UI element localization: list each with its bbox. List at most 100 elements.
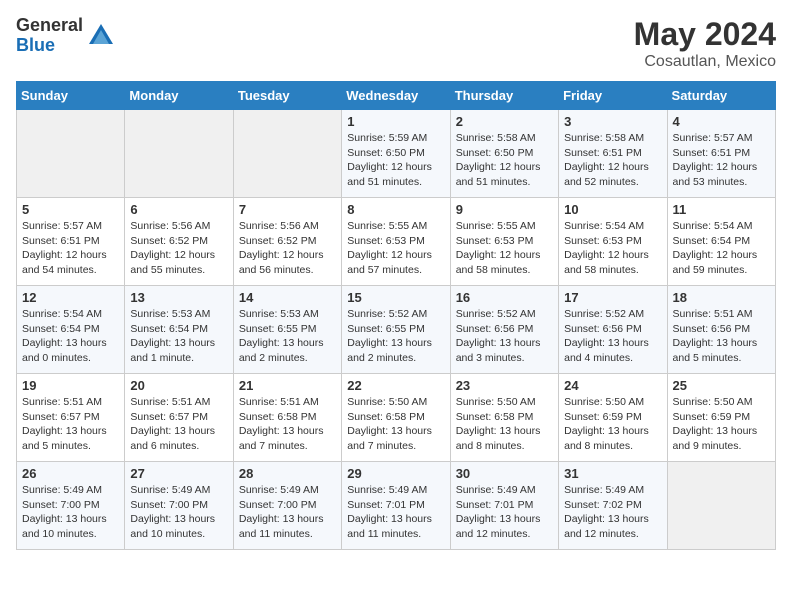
day-number: 23 xyxy=(456,378,553,393)
day-info: Sunrise: 5:49 AMSunset: 7:01 PMDaylight:… xyxy=(347,483,444,542)
day-cell: 23 Sunrise: 5:50 AMSunset: 6:58 PMDayligh… xyxy=(450,374,558,462)
day-cell: 26 Sunrise: 5:49 AMSunset: 7:00 PMDayligh… xyxy=(17,462,125,550)
day-cell: 12 Sunrise: 5:54 AMSunset: 6:54 PMDayligh… xyxy=(17,286,125,374)
day-info: Sunrise: 5:53 AMSunset: 6:54 PMDaylight:… xyxy=(130,307,227,366)
day-info: Sunrise: 5:51 AMSunset: 6:56 PMDaylight:… xyxy=(673,307,770,366)
day-cell: 25Sunrise: 5:50 AMSunset: 6:59 PMDayligh… xyxy=(667,374,775,462)
day-cell: 30 Sunrise: 5:49 AMSunset: 7:01 PMDayligh… xyxy=(450,462,558,550)
day-cell xyxy=(667,462,775,550)
day-number: 13 xyxy=(130,290,227,305)
day-info: Sunrise: 5:49 AMSunset: 7:00 PMDaylight:… xyxy=(22,483,119,542)
column-header-monday: Monday xyxy=(125,82,233,110)
day-cell: 11 Sunrise: 5:54 AMSunset: 6:54 PMDayligh… xyxy=(667,198,775,286)
day-number: 4 xyxy=(673,114,770,129)
day-number: 17 xyxy=(564,290,661,305)
day-number: 6 xyxy=(130,202,227,217)
day-number: 24 xyxy=(564,378,661,393)
day-cell: 6Sunrise: 5:56 AMSunset: 6:52 PMDaylight… xyxy=(125,198,233,286)
day-info: Sunrise: 5:57 AMSunset: 6:51 PMDaylight:… xyxy=(673,131,770,190)
day-info: Sunrise: 5:49 AMSunset: 7:01 PMDaylight:… xyxy=(456,483,553,542)
page-header: General Blue May 2024 Cosautlan, Mexico xyxy=(16,16,776,71)
day-number: 29 xyxy=(347,466,444,481)
calendar-table: SundayMondayTuesdayWednesdayThursdayFrid… xyxy=(16,81,776,550)
day-cell: 24 Sunrise: 5:50 AMSunset: 6:59 PMDayligh… xyxy=(559,374,667,462)
month-title: May 2024 xyxy=(634,16,776,53)
day-number: 16 xyxy=(456,290,553,305)
day-number: 27 xyxy=(130,466,227,481)
column-header-saturday: Saturday xyxy=(667,82,775,110)
day-cell: 14 Sunrise: 5:53 AMSunset: 6:55 PMDayligh… xyxy=(233,286,341,374)
day-cell: 5 Sunrise: 5:57 AMSunset: 6:51 PMDaylight… xyxy=(17,198,125,286)
day-number: 30 xyxy=(456,466,553,481)
column-header-sunday: Sunday xyxy=(17,82,125,110)
day-info: Sunrise: 5:49 AMSunset: 7:00 PMDaylight:… xyxy=(130,483,227,542)
day-number: 19 xyxy=(22,378,119,393)
day-cell: 2 Sunrise: 5:58 AMSunset: 6:50 PMDaylight… xyxy=(450,110,558,198)
day-number: 31 xyxy=(564,466,661,481)
column-header-tuesday: Tuesday xyxy=(233,82,341,110)
week-row-5: 26 Sunrise: 5:49 AMSunset: 7:00 PMDayligh… xyxy=(17,462,776,550)
day-number: 25 xyxy=(673,378,770,393)
title-block: May 2024 Cosautlan, Mexico xyxy=(634,16,776,71)
day-info: Sunrise: 5:50 AMSunset: 6:58 PMDaylight:… xyxy=(347,395,444,454)
day-cell: 31Sunrise: 5:49 AMSunset: 7:02 PMDayligh… xyxy=(559,462,667,550)
day-number: 28 xyxy=(239,466,336,481)
day-info: Sunrise: 5:56 AMSunset: 6:52 PMDaylight:… xyxy=(239,219,336,278)
day-info: Sunrise: 5:55 AMSunset: 6:53 PMDaylight:… xyxy=(347,219,444,278)
day-number: 12 xyxy=(22,290,119,305)
day-info: Sunrise: 5:54 AMSunset: 6:53 PMDaylight:… xyxy=(564,219,661,278)
day-number: 11 xyxy=(673,202,770,217)
logo-icon xyxy=(87,22,115,50)
day-number: 3 xyxy=(564,114,661,129)
location-title: Cosautlan, Mexico xyxy=(634,53,776,71)
logo: General Blue xyxy=(16,16,115,56)
calendar-body: 1Sunrise: 5:59 AMSunset: 6:50 PMDaylight… xyxy=(17,110,776,550)
day-cell: 28 Sunrise: 5:49 AMSunset: 7:00 PMDayligh… xyxy=(233,462,341,550)
day-number: 9 xyxy=(456,202,553,217)
day-info: Sunrise: 5:50 AMSunset: 6:59 PMDaylight:… xyxy=(564,395,661,454)
day-info: Sunrise: 5:58 AMSunset: 6:50 PMDaylight:… xyxy=(456,131,553,190)
day-cell xyxy=(233,110,341,198)
day-cell: 20Sunrise: 5:51 AMSunset: 6:57 PMDayligh… xyxy=(125,374,233,462)
column-header-thursday: Thursday xyxy=(450,82,558,110)
day-cell: 3Sunrise: 5:58 AMSunset: 6:51 PMDaylight… xyxy=(559,110,667,198)
day-number: 8 xyxy=(347,202,444,217)
day-cell: 18Sunrise: 5:51 AMSunset: 6:56 PMDayligh… xyxy=(667,286,775,374)
day-cell: 13 Sunrise: 5:53 AMSunset: 6:54 PMDayligh… xyxy=(125,286,233,374)
day-info: Sunrise: 5:55 AMSunset: 6:53 PMDaylight:… xyxy=(456,219,553,278)
day-number: 20 xyxy=(130,378,227,393)
day-cell: 27 Sunrise: 5:49 AMSunset: 7:00 PMDayligh… xyxy=(125,462,233,550)
day-cell: 7Sunrise: 5:56 AMSunset: 6:52 PMDaylight… xyxy=(233,198,341,286)
day-cell: 9 Sunrise: 5:55 AMSunset: 6:53 PMDaylight… xyxy=(450,198,558,286)
day-cell: 21 Sunrise: 5:51 AMSunset: 6:58 PMDayligh… xyxy=(233,374,341,462)
week-row-4: 19Sunrise: 5:51 AMSunset: 6:57 PMDayligh… xyxy=(17,374,776,462)
day-cell: 29 Sunrise: 5:49 AMSunset: 7:01 PMDayligh… xyxy=(342,462,450,550)
day-number: 21 xyxy=(239,378,336,393)
week-row-3: 12 Sunrise: 5:54 AMSunset: 6:54 PMDayligh… xyxy=(17,286,776,374)
day-number: 10 xyxy=(564,202,661,217)
day-info: Sunrise: 5:52 AMSunset: 6:56 PMDaylight:… xyxy=(564,307,661,366)
day-number: 5 xyxy=(22,202,119,217)
day-info: Sunrise: 5:59 AMSunset: 6:50 PMDaylight:… xyxy=(347,131,444,190)
day-info: Sunrise: 5:49 AMSunset: 7:00 PMDaylight:… xyxy=(239,483,336,542)
calendar-header-row: SundayMondayTuesdayWednesdayThursdayFrid… xyxy=(17,82,776,110)
logo-general: General xyxy=(16,16,83,36)
day-cell: 10 Sunrise: 5:54 AMSunset: 6:53 PMDayligh… xyxy=(559,198,667,286)
day-cell: 15 Sunrise: 5:52 AMSunset: 6:55 PMDayligh… xyxy=(342,286,450,374)
day-cell: 4 Sunrise: 5:57 AMSunset: 6:51 PMDaylight… xyxy=(667,110,775,198)
day-number: 15 xyxy=(347,290,444,305)
day-number: 2 xyxy=(456,114,553,129)
day-number: 26 xyxy=(22,466,119,481)
day-info: Sunrise: 5:57 AMSunset: 6:51 PMDaylight:… xyxy=(22,219,119,278)
logo-blue: Blue xyxy=(16,36,83,56)
day-info: Sunrise: 5:54 AMSunset: 6:54 PMDaylight:… xyxy=(673,219,770,278)
day-info: Sunrise: 5:54 AMSunset: 6:54 PMDaylight:… xyxy=(22,307,119,366)
day-cell: 22Sunrise: 5:50 AMSunset: 6:58 PMDayligh… xyxy=(342,374,450,462)
day-info: Sunrise: 5:52 AMSunset: 6:55 PMDaylight:… xyxy=(347,307,444,366)
day-info: Sunrise: 5:51 AMSunset: 6:58 PMDaylight:… xyxy=(239,395,336,454)
day-info: Sunrise: 5:53 AMSunset: 6:55 PMDaylight:… xyxy=(239,307,336,366)
day-cell: 17 Sunrise: 5:52 AMSunset: 6:56 PMDayligh… xyxy=(559,286,667,374)
day-info: Sunrise: 5:50 AMSunset: 6:58 PMDaylight:… xyxy=(456,395,553,454)
day-number: 14 xyxy=(239,290,336,305)
day-cell: 19Sunrise: 5:51 AMSunset: 6:57 PMDayligh… xyxy=(17,374,125,462)
